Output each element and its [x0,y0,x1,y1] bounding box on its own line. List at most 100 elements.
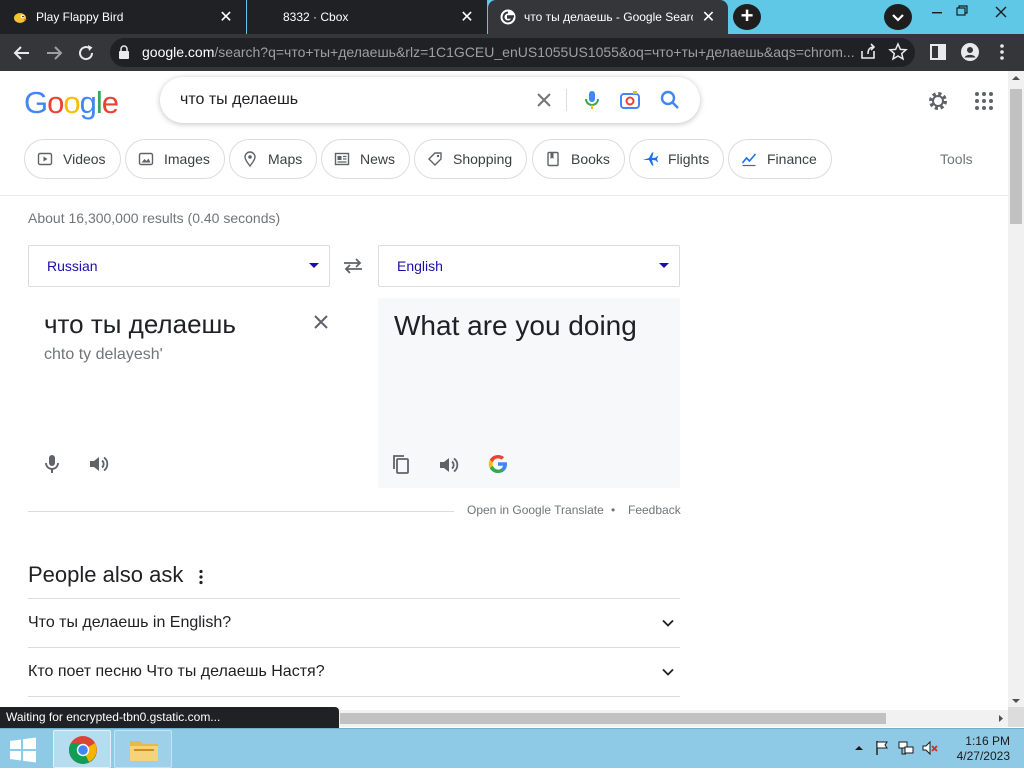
horizontal-scroll-thumb[interactable] [340,713,886,724]
kebab-menu-icon[interactable] [992,42,1012,62]
news-icon [334,152,350,166]
transliteration: chto ty delayesh' [44,346,163,363]
chip-maps[interactable]: Maps [229,139,318,179]
vertical-scroll-thumb[interactable] [1010,89,1022,224]
close-tab-icon[interactable]: ✕ [459,7,475,27]
forward-arrow-icon [47,46,63,60]
more-options-icon[interactable] [194,568,208,586]
video-icon [37,152,53,166]
tab-flappy-bird[interactable]: Play Flappy Bird ✕ [0,0,246,34]
lock-icon[interactable] [118,45,130,59]
speaker-icon[interactable] [437,453,461,477]
tools-button[interactable]: Tools [940,151,973,167]
address-bar[interactable]: google.com/search?q=что+ты+делаешь&rlz=1… [110,38,915,67]
volume-muted-icon[interactable] [921,739,939,757]
google-lens-icon[interactable] [618,88,642,112]
tab-strip: Play Flappy Bird ✕ 8332 · Cbox ✕ что ты … [0,0,1024,34]
source-text[interactable]: что ты делаешь [44,309,236,340]
windows-taskbar: 1:16 PM 4/27/2023 [0,728,1024,768]
close-tab-icon[interactable]: ✕ [218,7,234,27]
map-pin-icon [244,151,256,167]
tab-google-search[interactable]: что ты делаешь - Google Search ✕ [488,0,728,34]
target-language-select[interactable]: English [378,245,680,287]
source-language-select[interactable]: Russian [28,245,330,287]
scroll-up-icon[interactable] [1008,72,1024,84]
paa-question[interactable]: Кто поет песню Что ты делаешь Настя? [28,647,680,696]
divider [566,89,567,111]
search-icon[interactable] [658,88,682,112]
search-input[interactable] [180,87,520,113]
close-window-button[interactable] [981,2,1021,22]
clock-date: 4/27/2023 [956,749,1010,763]
tab-cbox[interactable]: 8332 · Cbox ✕ [247,0,487,34]
scroll-down-icon[interactable] [1008,695,1024,707]
swap-languages-icon[interactable] [342,257,364,275]
system-clock[interactable]: 1:16 PM 4/27/2023 [944,734,1010,764]
share-icon[interactable] [858,42,878,62]
side-panel-icon[interactable] [928,42,948,62]
tab-title: Play Flappy Bird [36,10,124,24]
search-box [160,77,700,123]
microphone-icon[interactable] [40,452,64,476]
translated-text: What are you doing [394,310,637,341]
tab-search-button[interactable] [884,4,912,30]
taskbar-chrome[interactable] [53,730,111,768]
network-icon[interactable] [897,739,915,757]
reload-button[interactable] [74,41,98,65]
taskbar-file-explorer[interactable] [114,730,172,768]
show-hidden-icons-icon[interactable] [850,739,868,757]
bookmark-star-icon[interactable] [888,42,908,62]
chip-shopping[interactable]: Shopping [414,139,528,179]
tab-title: что ты делаешь - Google Search [524,10,693,24]
windows-start-icon[interactable] [8,737,38,763]
finance-chart-icon [741,153,757,167]
people-also-ask-title: People also ask [28,562,184,587]
back-arrow-icon [13,46,29,60]
paa-question-text: Кто поет песню Что ты делаешь Настя? [28,663,325,680]
book-icon [547,151,559,167]
voice-search-icon[interactable] [580,88,604,112]
chip-books[interactable]: Books [532,139,625,179]
feedback-link[interactable]: Feedback [628,503,681,517]
vertical-scrollbar[interactable] [1008,71,1024,707]
google-logo[interactable]: Google [24,85,119,121]
source-language-label: Russian [47,258,98,274]
google-icon [500,9,516,25]
scrollbar-corner [1008,707,1024,727]
paa-question-text: Что ты делаешь in English? [28,614,232,631]
chip-finance[interactable]: Finance [728,139,832,179]
google-g-icon[interactable] [487,453,509,475]
settings-gear-icon[interactable] [926,89,950,113]
open-in-google-translate-link[interactable]: Open in Google Translate [467,503,604,517]
chip-news[interactable]: News [321,139,411,179]
profile-avatar-icon[interactable] [960,42,980,62]
google-results-page: Google Videos Images Maps News [0,71,1008,707]
folder-icon [130,741,158,761]
paa-question[interactable] [28,696,680,707]
copy-icon[interactable] [390,453,412,475]
tab-title: 8332 · Cbox [283,10,349,24]
google-apps-icon[interactable] [974,91,994,111]
new-tab-button[interactable]: + [733,4,761,30]
dropdown-caret-icon [659,263,669,268]
header-divider [0,195,1008,196]
separator-dot: • [611,503,616,517]
back-button[interactable] [10,41,34,65]
chip-flights[interactable]: Flights [629,139,725,179]
close-tab-icon[interactable]: ✕ [701,7,716,27]
flappy-bird-icon [14,13,27,23]
restore-button[interactable] [945,2,979,22]
chevron-down-icon [662,668,674,676]
forward-button[interactable] [42,41,66,65]
paa-question[interactable]: Что ты делаешь in English? [28,598,680,647]
clear-source-icon[interactable] [310,311,332,333]
scroll-right-icon[interactable] [994,712,1008,725]
url-path: /search?q=что+ты+делаешь&rlz=1C1GCEU_enU… [214,44,855,60]
chip-images[interactable]: Images [125,139,225,179]
chip-videos[interactable]: Videos [24,139,121,179]
translation-output-panel: What are you doing [378,298,680,488]
speaker-icon[interactable] [87,452,111,476]
browser-toolbar: google.com/search?q=что+ты+делаешь&rlz=1… [0,34,1024,71]
clear-search-icon[interactable] [532,88,556,112]
action-center-flag-icon[interactable] [873,739,891,757]
